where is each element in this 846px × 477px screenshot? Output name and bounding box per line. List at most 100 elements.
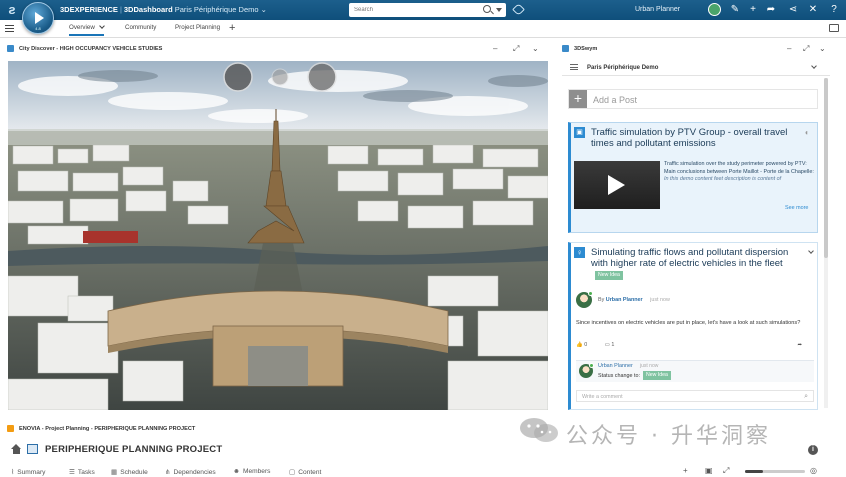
comment-author[interactable]: Urban Planner xyxy=(598,363,633,369)
subtab-dependencies[interactable]: ⋔ Dependencies xyxy=(165,468,216,476)
plus-icon[interactable]: + xyxy=(746,3,760,17)
brand-separator: | xyxy=(119,5,122,14)
tools-icon[interactable]: ✕ xyxy=(806,3,820,17)
post-title[interactable]: Traffic simulation by PTV Group - overal… xyxy=(591,127,791,149)
zoom-slider[interactable] xyxy=(745,470,805,473)
add-post-placeholder: Add a Post xyxy=(593,95,638,105)
tab-overview[interactable]: Overview xyxy=(69,23,105,36)
user-name[interactable]: Urban Planner xyxy=(635,6,680,13)
watermark: 公众号 · 升华洞察 xyxy=(518,415,818,449)
like-button[interactable]: 👍 0 xyxy=(576,342,595,348)
comment-item: Urban Planner just now Status change to:… xyxy=(576,360,814,382)
expand-icon[interactable]: ⤢ xyxy=(723,466,729,476)
subtab-content[interactable]: ▢ Content xyxy=(289,468,321,476)
share-icon[interactable]: ⋖ xyxy=(786,3,800,17)
forward-icon[interactable]: ➦ xyxy=(764,3,778,17)
3d-viewer[interactable] xyxy=(8,61,548,451)
tag-icon[interactable] xyxy=(512,3,525,16)
post-title-text[interactable]: Simulating traffic flows and pollutant d… xyxy=(591,247,788,269)
chevron-down-icon[interactable]: ⌄ xyxy=(819,44,826,53)
home-icon[interactable] xyxy=(11,444,22,454)
subtab-label: Content xyxy=(298,469,322,476)
wechat-logo-icon xyxy=(520,418,558,442)
user-avatar[interactable] xyxy=(708,3,721,16)
chevron-down-icon[interactable]: ⌄ xyxy=(261,5,267,14)
compass-icon[interactable]: 4.8 xyxy=(22,2,54,34)
widget-app-icon xyxy=(562,45,569,52)
comment-placeholder: Write a comment xyxy=(582,394,623,400)
city-render[interactable] xyxy=(8,61,548,410)
scrollbar-thumb[interactable] xyxy=(824,78,828,258)
add-icon[interactable]: + xyxy=(683,466,688,475)
minimize-icon[interactable]: – xyxy=(493,44,497,53)
project-title: PERIPHERIQUE PLANNING PROJECT xyxy=(45,444,223,455)
audio-icon[interactable]: ◖ xyxy=(804,129,812,137)
plus-icon[interactable]: + xyxy=(569,90,587,108)
search-icon[interactable] xyxy=(483,5,491,13)
search-input[interactable] xyxy=(349,3,474,17)
comment-button[interactable]: ▭ 1 xyxy=(605,342,623,348)
post-card[interactable]: ▣ Traffic simulation by PTV Group - over… xyxy=(568,122,818,233)
avatar[interactable] xyxy=(579,363,594,378)
play-icon[interactable] xyxy=(608,175,625,195)
widget-app-icon xyxy=(7,425,14,432)
city-discover-widget: City Discover - HIGH OCCUPANCY VEHICLE S… xyxy=(5,42,548,410)
list-icon[interactable] xyxy=(570,64,578,70)
dashboard-tabs: Overview Community Project Planning + xyxy=(0,20,846,38)
members-icon: ☻ xyxy=(233,468,240,475)
maximize-icon[interactable]: ⤢ xyxy=(513,44,519,54)
schedule-icon: ▦ xyxy=(111,469,118,476)
scrollbar[interactable] xyxy=(824,78,828,408)
info-icon[interactable]: i xyxy=(808,445,818,455)
subtab-label: Members xyxy=(242,468,271,475)
maximize-icon[interactable]: ⤢ xyxy=(803,44,809,54)
media-post-icon: ▣ xyxy=(574,127,585,138)
chevron-down-icon[interactable] xyxy=(811,63,817,69)
add-tab-icon[interactable]: + xyxy=(229,22,235,34)
project-icon xyxy=(27,444,38,454)
view-icon[interactable]: ◎ xyxy=(810,466,817,475)
comment-count: 1 xyxy=(611,342,615,348)
help-icon[interactable]: ? xyxy=(827,3,841,17)
menu-icon[interactable] xyxy=(5,25,14,32)
tab-community[interactable]: Community xyxy=(125,24,156,31)
video-thumbnail[interactable] xyxy=(574,161,660,209)
minimize-icon[interactable]: – xyxy=(787,44,791,53)
avatar[interactable] xyxy=(576,291,593,308)
post-title[interactable]: Simulating traffic flows and pollutant d… xyxy=(591,247,801,280)
like-count: 0 xyxy=(584,342,588,348)
share-arrow-icon[interactable]: ➦ xyxy=(797,342,802,348)
idea-card[interactable]: ♀ Simulating traffic flows and pollutant… xyxy=(568,242,818,410)
search-dropdown-icon[interactable] xyxy=(496,8,502,12)
tab-overview-label: Overview xyxy=(69,24,95,31)
widget-header: City Discover - HIGH OCCUPANCY VEHICLE S… xyxy=(5,42,547,56)
see-more-link[interactable]: See more xyxy=(785,205,808,211)
watermark-text: 公众号 · 升华洞察 xyxy=(566,424,771,449)
version-label: 4.8 xyxy=(35,26,41,31)
subtab-tasks[interactable]: ☰ Tasks xyxy=(69,468,95,476)
megaphone-icon[interactable]: ✎ xyxy=(728,3,742,17)
subtab-members[interactable]: ☻ Members xyxy=(233,468,270,475)
attach-icon[interactable]: ⌕ xyxy=(804,393,808,401)
dassault-logo-icon[interactable]: ƨ xyxy=(4,2,20,18)
brand-strong: 3DEXPERIENCE xyxy=(60,5,118,14)
image-icon[interactable]: ▣ xyxy=(705,466,713,475)
dashboard-context[interactable]: Paris Périphérique Demo xyxy=(175,5,259,14)
subtab-label: Schedule xyxy=(120,469,148,476)
comment-status: Status change to: New Idea xyxy=(598,371,671,380)
community-name[interactable]: Paris Périphérique Demo xyxy=(587,65,658,71)
post-desc-line: Traffic simulation over the study perime… xyxy=(664,161,807,167)
widget-title: City Discover - HIGH OCCUPANCY VEHICLE S… xyxy=(19,46,163,52)
subtab-schedule[interactable]: ▦ Schedule xyxy=(111,468,148,476)
author-link[interactable]: Urban Planner xyxy=(606,297,643,303)
comment-input[interactable]: Write a comment ⌕ xyxy=(576,390,814,402)
chevron-down-icon[interactable]: ⌄ xyxy=(532,44,539,53)
add-post-field[interactable]: + Add a Post xyxy=(568,89,818,109)
chevron-down-icon[interactable] xyxy=(98,23,105,29)
chat-icon[interactable] xyxy=(829,24,839,32)
zoom-slider-fill xyxy=(745,470,763,473)
subtab-summary[interactable]: ⌇ Summary xyxy=(11,468,45,476)
community-selector[interactable]: Paris Périphérique Demo xyxy=(562,58,830,76)
tab-project-planning[interactable]: Project Planning xyxy=(175,24,220,31)
chevron-down-icon[interactable] xyxy=(808,248,814,254)
